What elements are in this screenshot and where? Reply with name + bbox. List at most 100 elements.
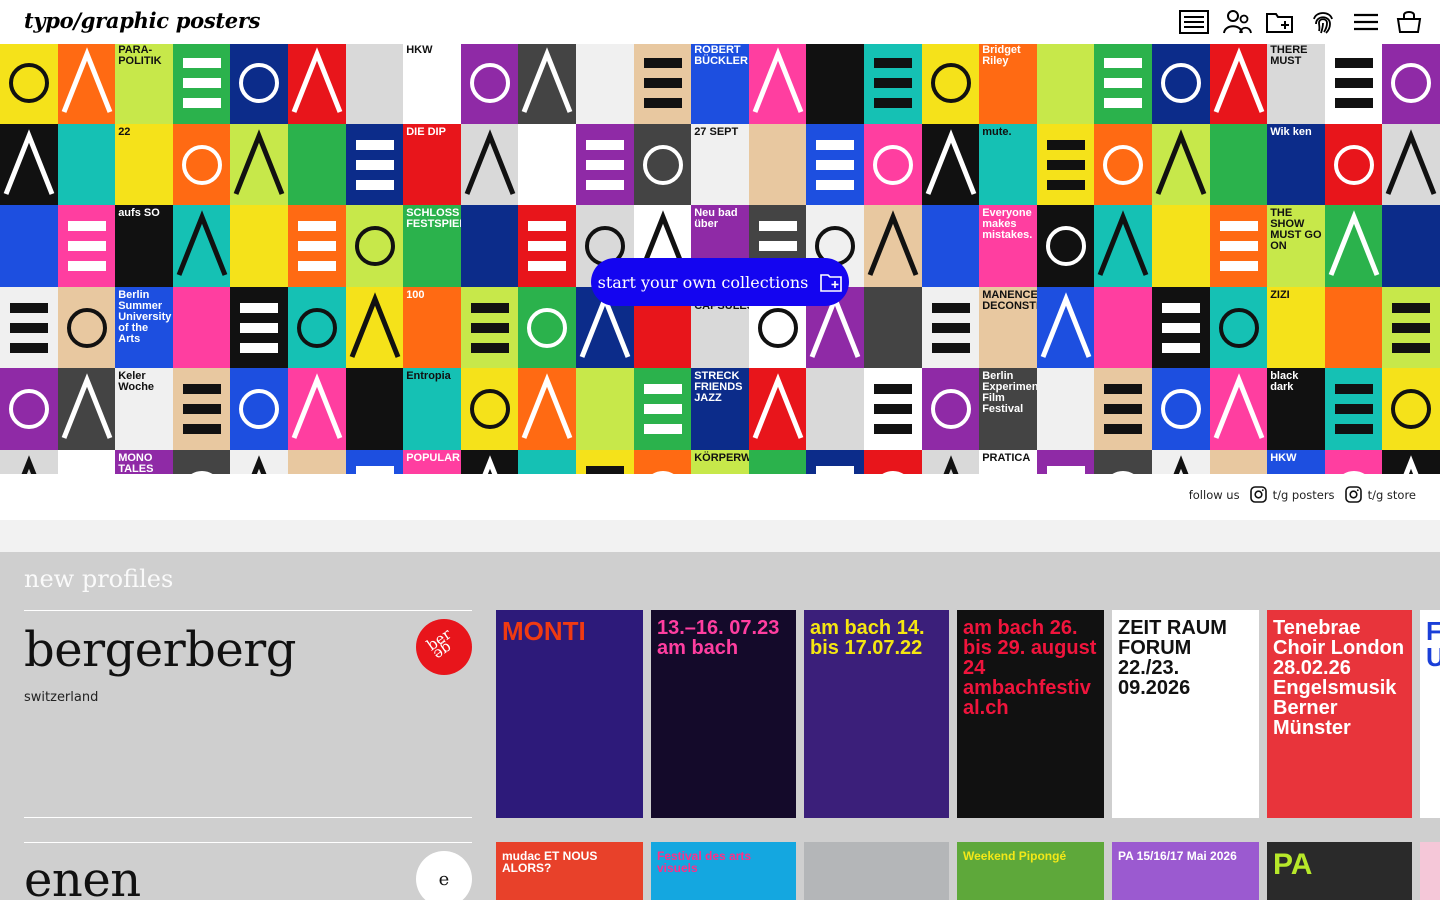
poster-thumbnail[interactable] [1324, 44, 1383, 124]
poster-thumbnail[interactable] [230, 368, 289, 451]
poster-thumbnail[interactable] [1094, 368, 1153, 451]
poster-thumbnail[interactable]: THE SHOW MUST GO ON [1267, 205, 1326, 288]
poster-thumbnail[interactable] [1036, 44, 1095, 124]
poster-thumbnail[interactable] [1152, 450, 1210, 474]
poster-thumbnail[interactable] [806, 368, 865, 451]
poster-thumbnail[interactable] [1209, 123, 1268, 206]
poster-thumbnail[interactable] [1382, 450, 1440, 474]
poster-thumbnail[interactable] [288, 286, 346, 369]
poster-thumbnail[interactable] [1324, 450, 1383, 474]
poster-thumbnail[interactable] [518, 450, 577, 474]
add-collection-icon[interactable] [1258, 4, 1301, 40]
poster-thumbnail[interactable] [0, 205, 58, 288]
poster-thumbnail[interactable] [230, 205, 289, 288]
poster-thumbnail[interactable] [921, 123, 980, 206]
poster-thumbnail[interactable] [1209, 286, 1268, 369]
poster-thumbnail[interactable] [172, 450, 231, 474]
instagram-store-link[interactable]: t/g store [1344, 486, 1416, 503]
poster-thumbnail[interactable] [345, 368, 404, 451]
poster-thumbnail[interactable] [921, 286, 980, 369]
poster-thumbnail[interactable] [1152, 286, 1210, 369]
poster-thumbnail[interactable] [1382, 205, 1440, 288]
poster-thumbnail[interactable] [230, 123, 289, 206]
poster-thumbnail[interactable] [1152, 368, 1210, 451]
poster-thumbnail[interactable] [1094, 450, 1153, 474]
site-logo[interactable]: typo/graphic posters [24, 8, 260, 33]
poster-thumbnail[interactable] [230, 450, 289, 474]
poster-thumbnail[interactable] [864, 368, 922, 451]
poster-thumbnail[interactable] [172, 123, 231, 206]
poster-thumbnail[interactable] [1209, 44, 1268, 124]
poster-thumbnail[interactable] [864, 205, 922, 288]
poster-thumbnail[interactable]: 27 SEPT [691, 123, 750, 206]
poster-thumbnail[interactable] [1094, 286, 1153, 369]
poster-thumbnail[interactable]: HKW [1267, 450, 1326, 474]
profile-poster[interactable]: PA [1267, 842, 1412, 900]
poster-thumbnail[interactable] [518, 44, 577, 124]
fingerprint-icon[interactable] [1301, 4, 1344, 40]
profile-poster[interactable]: am bach 26. bis 29. august 24 ambachfest… [957, 610, 1104, 818]
poster-thumbnail[interactable] [345, 44, 404, 124]
poster-thumbnail[interactable] [748, 368, 807, 451]
profile-poster[interactable] [804, 842, 949, 900]
profile-name[interactable]: bergerberg [24, 622, 296, 678]
poster-thumbnail[interactable] [345, 205, 404, 288]
poster-thumbnail[interactable]: Bridget Riley [979, 44, 1038, 124]
poster-thumbnail[interactable]: Keler Woche [115, 368, 174, 451]
profile-poster[interactable] [1420, 842, 1440, 900]
poster-thumbnail[interactable] [230, 44, 289, 124]
poster-thumbnail[interactable]: mute. [979, 123, 1038, 206]
poster-thumbnail[interactable] [921, 368, 980, 451]
poster-thumbnail[interactable] [518, 205, 577, 288]
poster-thumbnail[interactable] [1036, 286, 1095, 369]
poster-thumbnail[interactable] [1382, 123, 1440, 206]
poster-thumbnail[interactable] [345, 123, 404, 206]
poster-thumbnail[interactable] [57, 286, 116, 369]
poster-thumbnail[interactable] [1382, 286, 1440, 369]
poster-thumbnail[interactable] [1209, 450, 1268, 474]
poster-thumbnail[interactable]: POPULAR [403, 450, 462, 474]
poster-thumbnail[interactable]: PARA-POLITIK [115, 44, 174, 124]
poster-thumbnail[interactable] [57, 450, 116, 474]
poster-thumbnail[interactable] [57, 44, 116, 124]
poster-thumbnail[interactable] [57, 368, 116, 451]
poster-thumbnail[interactable] [633, 450, 692, 474]
poster-thumbnail[interactable] [1152, 123, 1210, 206]
poster-thumbnail[interactable]: MANENCE DECONSTRUCTION [979, 286, 1038, 369]
poster-thumbnail[interactable] [1094, 123, 1153, 206]
poster-thumbnail[interactable] [748, 123, 807, 206]
poster-thumbnail[interactable] [518, 368, 577, 451]
poster-thumbnail[interactable] [460, 450, 519, 474]
poster-thumbnail[interactable] [1036, 205, 1095, 288]
profile-poster[interactable]: mudac ET NOUS ALORS? [496, 842, 643, 900]
poster-thumbnail[interactable] [576, 450, 634, 474]
poster-thumbnail[interactable] [1036, 123, 1095, 206]
poster-thumbnail[interactable] [345, 450, 404, 474]
poster-thumbnail[interactable] [864, 450, 922, 474]
poster-thumbnail[interactable] [518, 123, 577, 206]
profiles-icon[interactable] [1215, 4, 1258, 40]
poster-thumbnail[interactable]: black dark [1267, 368, 1326, 451]
list-view-icon[interactable] [1172, 4, 1215, 40]
poster-thumbnail[interactable]: 100 [403, 286, 462, 369]
poster-thumbnail[interactable] [1152, 205, 1210, 288]
profile-poster[interactable]: Tenebrae Choir London 28.02.26 Engelsmus… [1267, 610, 1412, 818]
poster-thumbnail[interactable]: HKW [403, 44, 462, 124]
poster-thumbnail[interactable] [172, 44, 231, 124]
poster-thumbnail[interactable] [1209, 205, 1268, 288]
poster-thumbnail[interactable] [1094, 205, 1153, 288]
poster-thumbnail[interactable]: ZIZI [1267, 286, 1326, 369]
profile-poster[interactable]: Festival des arts visuels [651, 842, 796, 900]
poster-thumbnail[interactable] [1036, 368, 1095, 451]
poster-thumbnail[interactable] [864, 123, 922, 206]
poster-thumbnail[interactable]: Everyone makes mistakes. [979, 205, 1038, 288]
poster-thumbnail[interactable] [288, 450, 346, 474]
poster-thumbnail[interactable] [921, 450, 980, 474]
poster-thumbnail[interactable] [1094, 44, 1153, 124]
poster-thumbnail[interactable] [806, 450, 865, 474]
poster-thumbnail[interactable] [460, 368, 519, 451]
poster-thumbnail[interactable]: Wik ken [1267, 123, 1326, 206]
poster-thumbnail[interactable] [460, 205, 519, 288]
poster-thumbnail[interactable] [460, 44, 519, 124]
poster-thumbnail[interactable]: STRECK FRIENDS JAZZ [691, 368, 750, 451]
